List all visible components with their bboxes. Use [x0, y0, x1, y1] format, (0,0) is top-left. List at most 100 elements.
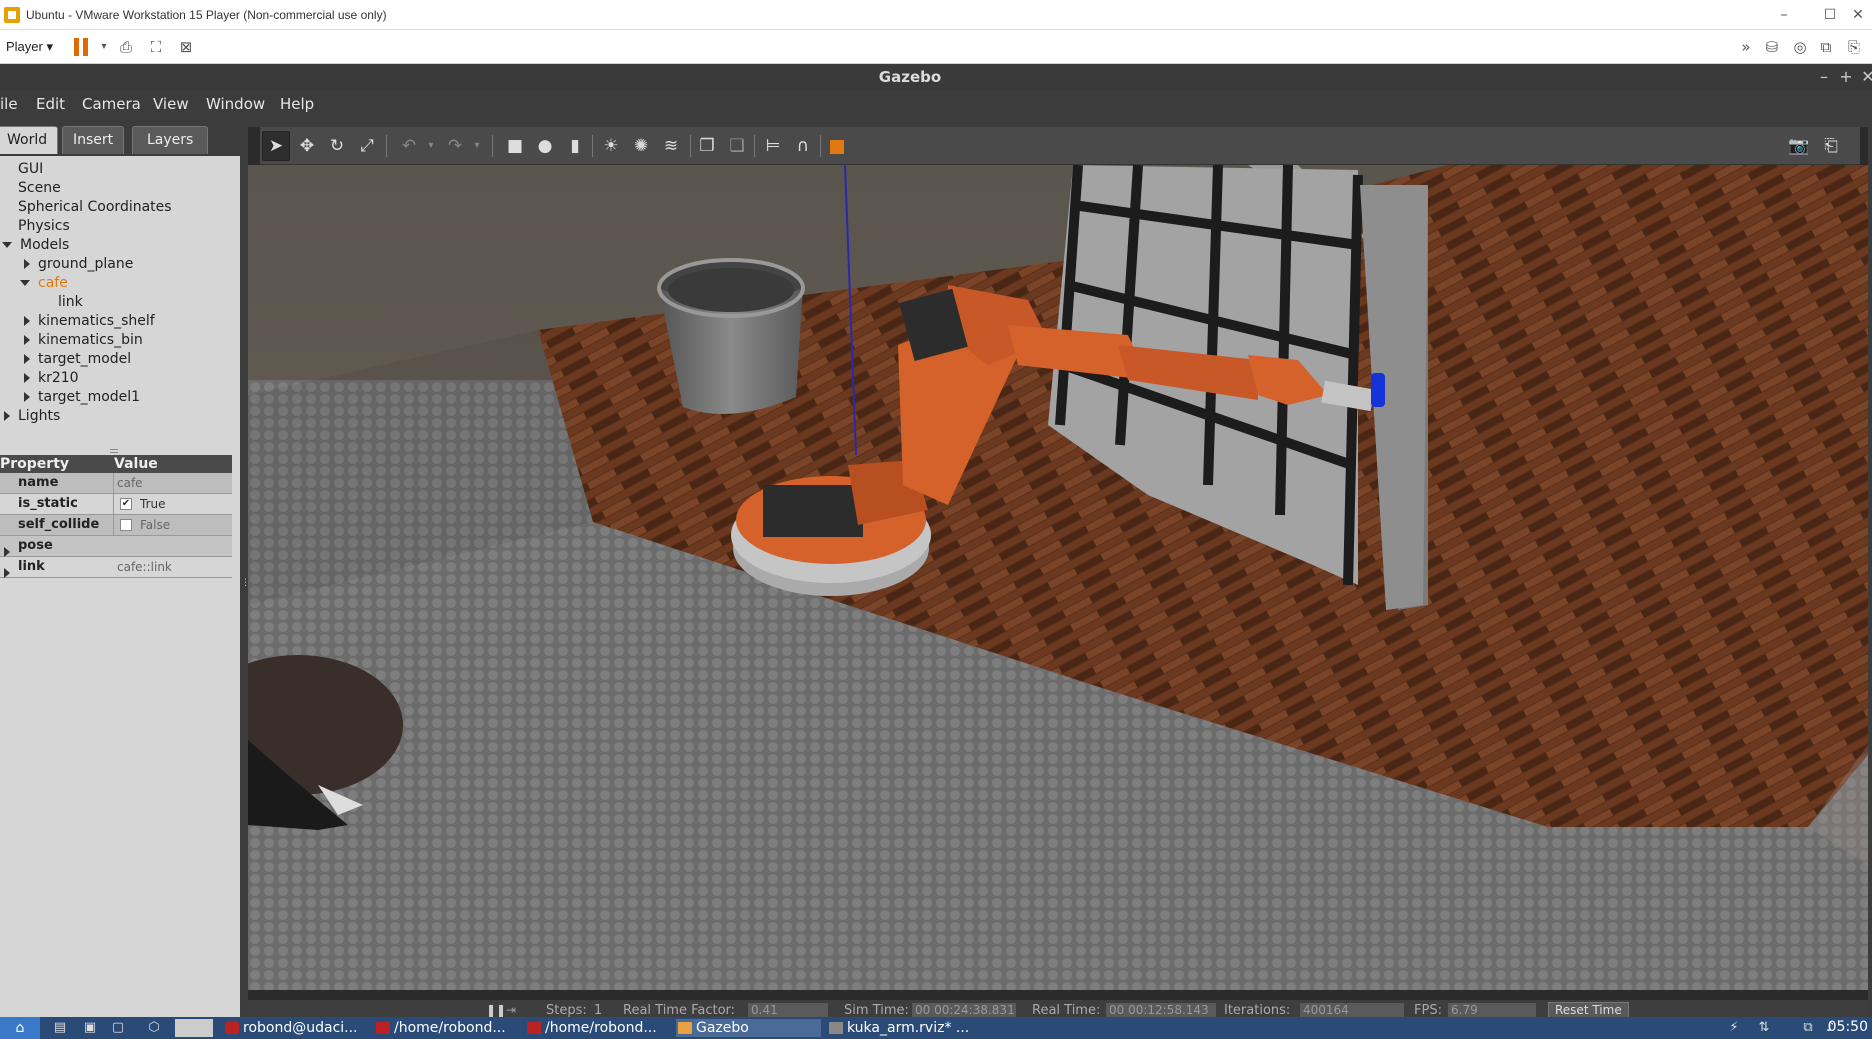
- task-terminal-3[interactable]: /home/robond...: [525, 1019, 670, 1037]
- drive-icon[interactable]: ⛁: [1762, 38, 1782, 56]
- tab-world[interactable]: World: [0, 126, 59, 154]
- power-icon[interactable]: ⚡: [1726, 1020, 1742, 1036]
- unity-icon[interactable]: ⊠: [176, 38, 196, 56]
- collapsed-arrow-icon[interactable]: [24, 373, 30, 383]
- undo-dropdown-icon[interactable]: ▾: [420, 136, 442, 156]
- tree-item-kinematics-bin[interactable]: kinematics_bin: [0, 331, 240, 350]
- view-angle-icon[interactable]: [830, 140, 844, 154]
- tree-item-target-model1[interactable]: target_model1: [0, 388, 240, 407]
- file-manager-icon[interactable]: ▤: [52, 1020, 68, 1036]
- select-arrow-icon[interactable]: ➤: [265, 136, 287, 156]
- is-static-checkbox[interactable]: ✔: [120, 498, 132, 510]
- tree-item-gui[interactable]: GUI: [0, 160, 240, 179]
- tree-item-cafe-link[interactable]: link: [0, 293, 240, 312]
- redo-icon[interactable]: ↷: [444, 136, 466, 156]
- window-icon[interactable]: ▢: [110, 1020, 126, 1036]
- minimize-icon[interactable]: –: [1774, 6, 1794, 24]
- collapsed-arrow-icon[interactable]: [4, 411, 10, 421]
- redo-dropdown-icon[interactable]: ▾: [466, 136, 488, 156]
- tab-insert[interactable]: Insert: [62, 126, 125, 154]
- send-ctrl-alt-del-icon[interactable]: ⎙: [116, 38, 136, 56]
- collapsed-arrow-icon[interactable]: [4, 546, 10, 557]
- menu-file[interactable]: ile: [0, 95, 18, 113]
- point-light-icon[interactable]: ☀: [600, 136, 622, 156]
- tree-item-ground-plane[interactable]: ground_plane: [0, 255, 240, 274]
- screenshot-camera-icon[interactable]: 📷: [1788, 136, 1810, 156]
- property-key: pose: [18, 538, 53, 553]
- collapsed-arrow-icon[interactable]: [24, 316, 30, 326]
- cylinder-shape-icon[interactable]: ▮: [564, 136, 586, 156]
- expanded-arrow-icon[interactable]: [20, 280, 30, 286]
- property-row-pose[interactable]: pose: [0, 536, 232, 557]
- spot-light-icon[interactable]: ✺: [630, 136, 652, 156]
- menu-help[interactable]: Help: [280, 95, 314, 113]
- close-icon[interactable]: ✕: [1848, 6, 1868, 24]
- collapsed-arrow-icon[interactable]: [24, 392, 30, 402]
- tree-item-kr210[interactable]: kr210: [0, 369, 240, 388]
- box-shape-icon[interactable]: ■: [504, 136, 526, 156]
- maximize-icon[interactable]: ☐: [1820, 6, 1840, 24]
- task-terminal-2[interactable]: /home/robond...: [374, 1019, 519, 1037]
- task-terminal-1[interactable]: robond@udaci...: [223, 1019, 368, 1037]
- display-icon[interactable]: ⧉: [1800, 1020, 1816, 1036]
- pause-dropdown-icon[interactable]: ▾: [94, 38, 114, 56]
- cd-icon[interactable]: ◎: [1790, 38, 1810, 56]
- expand-icon[interactable]: »: [1736, 38, 1756, 56]
- desktop-icon[interactable]: ▣: [82, 1020, 98, 1036]
- menu-view[interactable]: View: [153, 95, 189, 113]
- tree-item-kinematics-shelf[interactable]: kinematics_shelf: [0, 312, 240, 331]
- scene-render[interactable]: [248, 165, 1868, 990]
- snap-icon[interactable]: ∩: [792, 136, 814, 156]
- scale-icon[interactable]: ⤢: [356, 136, 378, 156]
- start-menu-icon[interactable]: ⌂: [0, 1017, 40, 1039]
- tree-item-physics[interactable]: Physics: [0, 217, 240, 236]
- sphere-shape-icon[interactable]: ●: [534, 136, 556, 156]
- tree-item-scene[interactable]: Scene: [0, 179, 240, 198]
- pause-icon[interactable]: [74, 38, 90, 56]
- tree-item-spherical-coordinates[interactable]: Spherical Coordinates: [0, 198, 240, 217]
- property-row-link[interactable]: link cafe::link: [0, 557, 232, 578]
- collapsed-arrow-icon[interactable]: [24, 259, 30, 269]
- collapsed-arrow-icon[interactable]: [4, 567, 10, 578]
- panel-splitter[interactable]: ⋮: [240, 118, 250, 1018]
- tree-item-target-model[interactable]: target_model: [0, 350, 240, 369]
- task-gazebo[interactable]: Gazebo: [676, 1019, 821, 1037]
- property-row-is-static[interactable]: is_static ✔ True: [0, 494, 232, 515]
- network-icon[interactable]: ⧉: [1816, 38, 1836, 56]
- copy-icon[interactable]: ❐: [696, 136, 718, 156]
- gz-maximize-icon[interactable]: +: [1838, 67, 1854, 86]
- translate-icon[interactable]: ✥: [296, 136, 318, 156]
- align-icon[interactable]: ⊨: [762, 136, 784, 156]
- self-collide-checkbox[interactable]: [120, 519, 132, 531]
- play-pause-icon[interactable]: ❚❚: [486, 1003, 506, 1017]
- gz-minimize-icon[interactable]: –: [1816, 67, 1832, 86]
- paste-icon[interactable]: ❏: [726, 136, 748, 156]
- gz-close-icon[interactable]: ✕: [1860, 67, 1872, 86]
- tree-item-lights[interactable]: Lights: [0, 407, 240, 426]
- usb-icon[interactable]: ⎘: [1844, 38, 1864, 56]
- tab-layers[interactable]: Layers: [132, 126, 209, 154]
- step-icon[interactable]: ⇥: [506, 1003, 516, 1017]
- rotate-icon[interactable]: ↻: [326, 136, 348, 156]
- tree-item-models[interactable]: Models: [0, 236, 240, 255]
- menu-edit[interactable]: Edit: [36, 95, 65, 113]
- network-tray-icon[interactable]: ⇅: [1756, 1020, 1772, 1036]
- directional-light-icon[interactable]: ≋: [660, 136, 682, 156]
- task-rviz[interactable]: kuka_arm.rviz* ...: [827, 1019, 977, 1037]
- property-row-self-collide[interactable]: self_collide False: [0, 515, 232, 536]
- player-menu-button[interactable]: Player ▾: [6, 39, 53, 55]
- log-record-icon[interactable]: ⎗: [1820, 136, 1842, 156]
- desktop-pager[interactable]: [175, 1019, 213, 1037]
- package-icon[interactable]: ⬡: [146, 1020, 162, 1036]
- expanded-arrow-icon[interactable]: [2, 242, 12, 248]
- collapsed-arrow-icon[interactable]: [24, 335, 30, 345]
- undo-icon[interactable]: ↶: [398, 136, 420, 156]
- collapsed-arrow-icon[interactable]: [24, 354, 30, 364]
- menu-camera[interactable]: Camera: [82, 95, 141, 113]
- real-time-label: Real Time:: [1032, 1003, 1101, 1018]
- property-row-name[interactable]: name cafe: [0, 473, 232, 494]
- fullscreen-icon[interactable]: ⛶: [146, 38, 166, 56]
- splitter-handle[interactable]: [110, 449, 118, 453]
- menu-window[interactable]: Window: [206, 95, 265, 113]
- tree-item-cafe[interactable]: cafe: [0, 274, 240, 293]
